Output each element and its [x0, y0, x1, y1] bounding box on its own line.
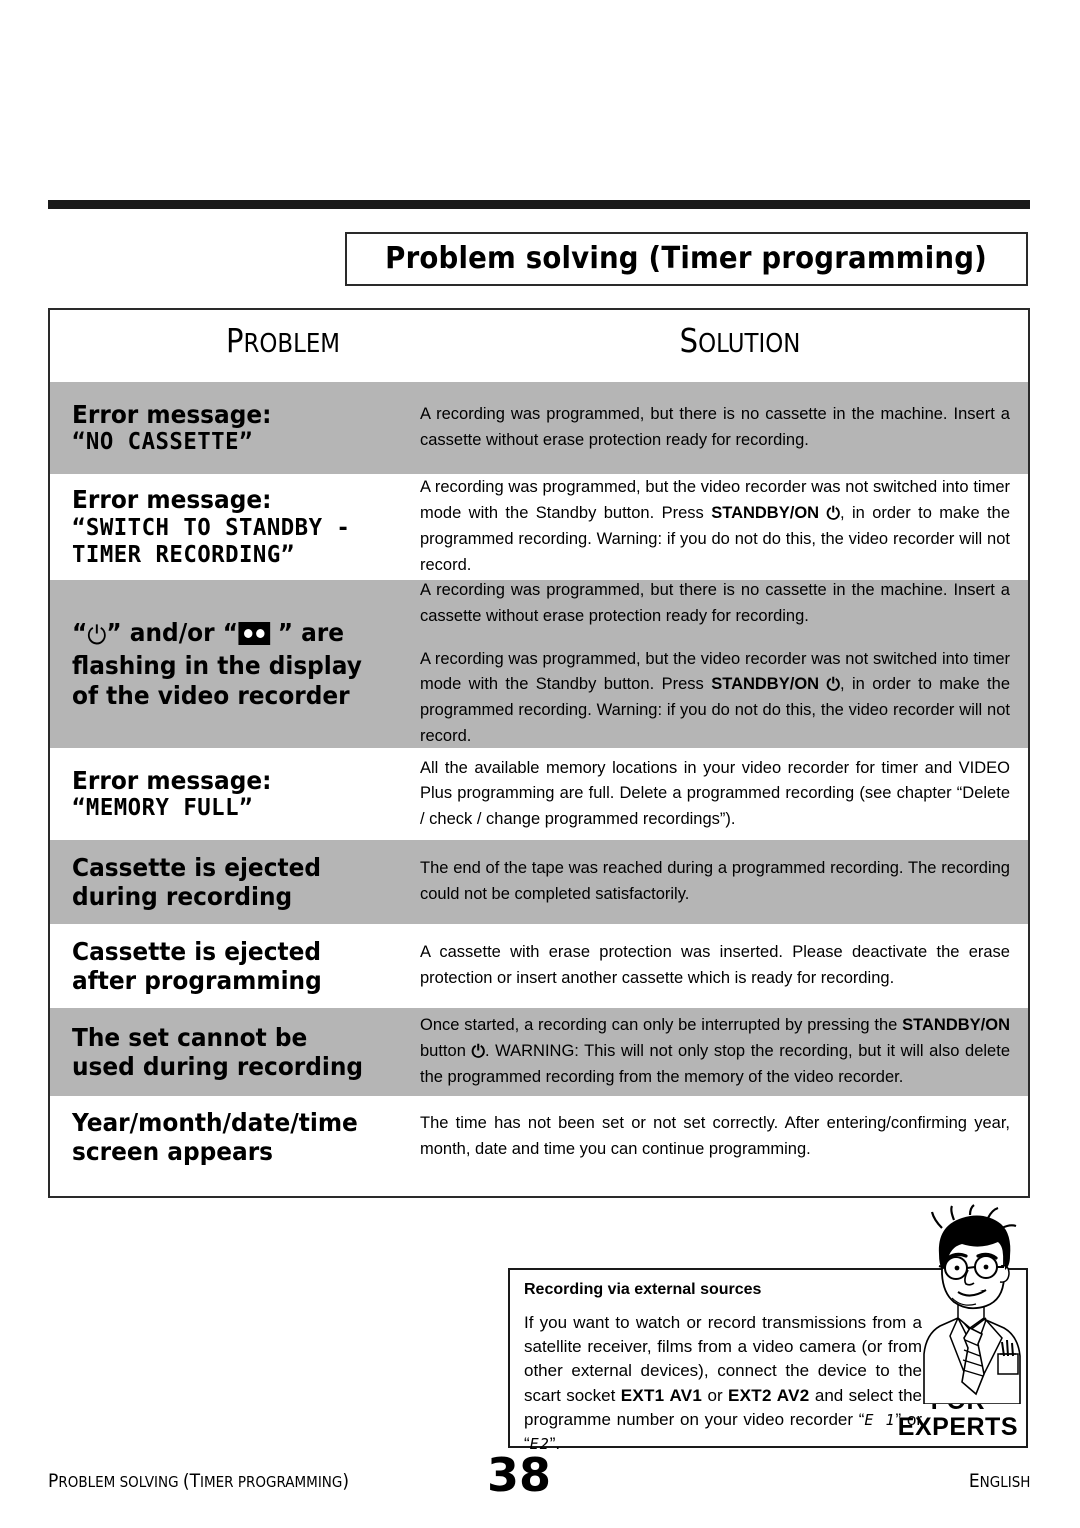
standby-power-icon: ⏻	[826, 675, 840, 696]
solution-paragraph: The end of the tape was reached during a…	[420, 859, 1010, 903]
solution-cell: A recording was programmed, but the vide…	[412, 474, 1028, 580]
solution-cell: A recording was programmed, but there is…	[412, 580, 1028, 748]
table-row: Cassette is ejected during recording The e…	[50, 840, 1028, 924]
problem-text-line: after programming	[72, 966, 322, 995]
column-header-solution-rest: OLUTION	[698, 329, 801, 359]
column-header-problem-initial: P	[225, 321, 244, 360]
scart-socket-ext2: EXT2 AV2	[728, 1385, 810, 1405]
problem-cell: Cassette is ejected after programming	[50, 924, 412, 1008]
problem-error-code: “NO CASSETTE”	[72, 429, 253, 456]
table-row: Year/month/date/time screen appears The ti…	[50, 1096, 1028, 1178]
table-row: “⏻” and/or “ ” are flashing in the displa…	[50, 580, 1028, 748]
standby-power-icon: ⏻	[826, 504, 840, 525]
solution-paragraph: A recording was programmed, but there is…	[420, 405, 1010, 449]
page-footer: PROBLEM SOLVING (TIMER PROGRAMMING) 38 E…	[48, 1452, 1030, 1504]
problem-text-line: Error message:	[72, 485, 272, 515]
standby-on-button-name: STANDBY/ON	[711, 504, 820, 523]
problem-cell: Cassette is ejected during recording	[50, 840, 412, 924]
quote-close-2: ” are	[269, 618, 345, 648]
problem-cell: Error message: “MEMORY FULL”	[50, 748, 412, 840]
problem-error-code: “SWITCH TO STANDBY -	[72, 514, 351, 541]
column-header-problem-rest: ROBLEM	[243, 329, 341, 359]
problem-text-line: Year/month/date/time	[72, 1107, 358, 1137]
problem-error-code: “MEMORY FULL”	[72, 795, 253, 822]
lcd-display-e1: E 1	[864, 1410, 896, 1429]
problem-text-line: used during recording	[72, 1052, 364, 1081]
top-rule-divider	[48, 200, 1030, 209]
table-row-inner: Cassette is ejected after programming A ca…	[50, 924, 1028, 1008]
table-body: Error message: “NO CASSETTE” A recording w…	[50, 382, 1028, 1178]
problem-solution-table: PROBLEM SOLUTION Error message: “NO CASSE…	[48, 308, 1030, 1198]
solution-paragraph: A cassette with erase protection was ins…	[420, 943, 1010, 987]
solution-paragraph: All the available memory locations in yo…	[420, 758, 1010, 828]
table-row-inner: The set cannot be used during recording On…	[50, 1008, 1028, 1096]
table-row-inner: Year/month/date/time screen appears The ti…	[50, 1096, 1028, 1178]
solution-cell: A recording was programmed, but there is…	[412, 382, 1028, 474]
footer-language-label: ENGLISH	[968, 1472, 1030, 1491]
table-header-row: PROBLEM SOLUTION	[50, 310, 1028, 382]
problem-cell: Year/month/date/time screen appears	[50, 1096, 412, 1178]
solution-cell: The end of the tape was reached during a…	[412, 840, 1028, 924]
conjunction-text: and/or “	[121, 618, 239, 648]
problem-text-line: Cassette is ejected	[72, 936, 322, 966]
table-row: The set cannot be used during recording On…	[50, 1008, 1028, 1096]
table-row-inner: “⏻” and/or “ ” are flashing in the displa…	[50, 580, 1028, 748]
standby-power-icon: ⏻	[87, 621, 107, 652]
standby-on-button-name: STANDBY/ON	[711, 675, 820, 694]
expert-man-illustration	[906, 1204, 1030, 1405]
problem-text-line: Cassette is ejected	[72, 852, 322, 882]
solution-cell: A cassette with erase protection was ins…	[412, 924, 1028, 1008]
quote-close: ”	[106, 618, 122, 648]
problem-text-line: The set cannot be	[72, 1022, 308, 1052]
scart-socket-ext1: EXT1 AV1	[620, 1385, 703, 1405]
problem-text-line: during recording	[72, 882, 293, 911]
problem-text-line: Error message:	[72, 399, 272, 429]
column-header-solution-initial: S	[679, 321, 699, 360]
for-experts-badge-line2: EXPERTS	[897, 1412, 1018, 1441]
callout-text-part5: ”.	[549, 1433, 561, 1453]
solution-paragraph: A recording was programmed, but the vide…	[420, 649, 1010, 746]
table-row: Cassette is ejected after programming A ca…	[50, 924, 1028, 1008]
table-row: Error message: “MEMORY FULL” All the avail…	[50, 748, 1028, 840]
standby-on-button-name: STANDBY/ON	[902, 1016, 1010, 1035]
callout-body: If you want to watch or record transmiss…	[524, 1311, 922, 1456]
table-row: Error message: “NO CASSETTE” A recording w…	[50, 382, 1028, 474]
table-row-inner: Error message: “SWITCH TO STANDBY - TIMER …	[50, 474, 1028, 580]
problem-text-line: “⏻” and/or “ ” are	[72, 618, 381, 651]
chapter-title-box: Problem solving (Timer programming)	[345, 232, 1028, 286]
manual-page: Problem solving (Timer programming) PROB…	[0, 0, 1080, 1528]
problem-text-line: Error message:	[72, 765, 272, 795]
problem-cell: The set cannot be used during recording	[50, 1008, 412, 1096]
solution-cell: The time has not been set or not set cor…	[412, 1096, 1028, 1178]
column-header-problem: PROBLEM	[166, 324, 400, 357]
page-number: 38	[486, 1448, 551, 1502]
column-header-solution: SOLUTION	[608, 324, 872, 357]
table-row-inner: Error message: “MEMORY FULL” All the avail…	[50, 748, 1028, 840]
problem-text-line: flashing in the display	[72, 651, 362, 681]
problem-error-code: TIMER RECORDING”	[72, 541, 295, 568]
solution-cell: Once started, a recording can only be in…	[412, 1008, 1028, 1096]
standby-power-icon: ⏻	[471, 1041, 485, 1062]
solution-cell: All the available memory locations in yo…	[412, 748, 1028, 840]
footer-right-initial: E	[968, 1470, 980, 1492]
table-row: Error message: “SWITCH TO STANDBY - TIMER …	[50, 474, 1028, 580]
solution-paragraph: A recording was programmed, but the vide…	[420, 478, 1010, 574]
problem-text-line: screen appears	[72, 1137, 274, 1166]
callout-text-part2: or	[702, 1385, 729, 1405]
problem-cell: Error message: “SWITCH TO STANDBY - TIMER …	[50, 474, 412, 580]
footer-right-rest: NGLISH	[979, 1473, 1030, 1491]
solution-paragraph: Once started, a recording can only be in…	[420, 1016, 1010, 1087]
problem-cell: “⏻” and/or “ ” are flashing in the displa…	[50, 580, 412, 748]
problem-text-line: of the video recorder	[72, 680, 350, 710]
page-title: Problem solving (Timer programming)	[385, 241, 988, 276]
table-row-inner: Error message: “NO CASSETTE” A recording w…	[50, 382, 1028, 474]
solution-paragraph: The time has not been set or not set cor…	[420, 1114, 1010, 1158]
solution-paragraph: A recording was programmed, but there is…	[420, 581, 1010, 625]
quote-open: “	[72, 618, 88, 648]
problem-cell: Error message: “NO CASSETTE”	[50, 382, 412, 474]
table-row-inner: Cassette is ejected during recording The e…	[50, 840, 1028, 924]
cassette-icon	[238, 622, 270, 646]
